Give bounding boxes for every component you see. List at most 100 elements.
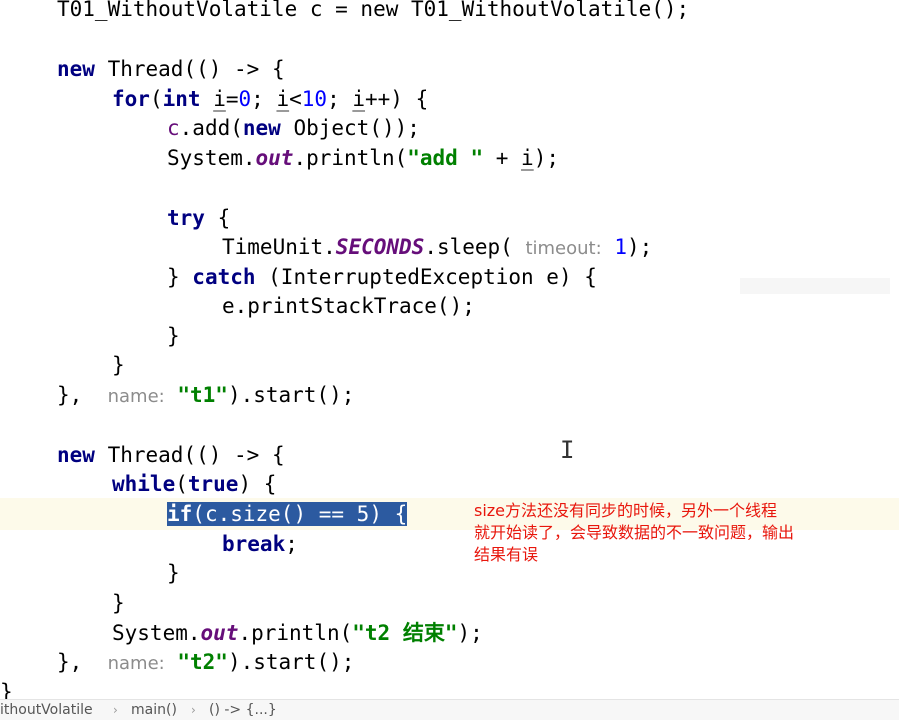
string-literal: "t1": [177, 383, 228, 407]
static-field-out: out: [255, 146, 294, 170]
faded-overlay: [740, 278, 890, 294]
code-text: Thread(() -> {: [94, 57, 285, 81]
code-text: e.printStackTrace();: [222, 294, 475, 318]
annotation-note: size方法还没有同步的时候，另外一个线程 就开始读了，会导致数据的不一致问题，…: [474, 500, 894, 566]
variable-i: i: [213, 87, 226, 111]
code-text: }: [167, 265, 193, 289]
number-literal: 0: [238, 87, 252, 111]
code-text: }: [112, 353, 125, 377]
code-line-t2-start[interactable]: }, name: "t2").start();: [57, 647, 354, 677]
code-text: System.: [112, 621, 201, 645]
code-line-close-for[interactable]: }: [112, 350, 125, 380]
code-line-try[interactable]: try {: [167, 203, 230, 233]
code-text: }: [167, 561, 180, 585]
keyword-new: new: [57, 443, 95, 467]
parameter-hint-name: name:: [107, 386, 165, 407]
code-line-close-catch[interactable]: }: [167, 321, 180, 351]
code-text: );: [533, 146, 559, 170]
code-line-sleep[interactable]: TimeUnit.SECONDS.sleep( timeout: 1);: [222, 232, 652, 262]
code-line-thread2[interactable]: new Thread(() -> {: [57, 440, 285, 470]
code-text: );: [627, 235, 653, 259]
code-text: Object());: [280, 116, 420, 140]
code-text: }: [112, 591, 125, 615]
code-line-declaration[interactable]: T01_WithoutVolatile c = new T01_WithoutV…: [57, 0, 689, 24]
code-line-for[interactable]: for(int i=0; i<10; i++) {: [112, 84, 428, 114]
code-text: T01_WithoutVolatile c = new T01_WithoutV…: [57, 0, 690, 21]
string-literal: "add ": [407, 146, 484, 170]
text-selection[interactable]: if(c.size() == 5) {: [167, 502, 408, 526]
code-text: },: [57, 650, 95, 674]
static-field-seconds: SECONDS: [335, 235, 425, 259]
code-text: +: [483, 146, 522, 170]
code-text: (InterruptedException e) {: [255, 265, 597, 289]
string-literal: "t2 结束": [352, 621, 458, 645]
keyword-break: break: [222, 532, 286, 556]
code-text: }: [167, 324, 180, 348]
code-line-close-if[interactable]: }: [167, 558, 180, 588]
code-text: System.: [167, 146, 256, 170]
keyword-for: for: [112, 87, 150, 111]
code-text: .println(: [238, 621, 353, 645]
code-text: =: [225, 87, 239, 111]
code-text: TimeUnit.: [222, 235, 336, 259]
breadcrumb: ithoutVolatile › main() › () -> {...}: [0, 699, 899, 720]
code-text: (: [149, 87, 163, 111]
code-text: (c.size() ==: [192, 502, 357, 526]
number-literal: 1: [614, 235, 627, 259]
code-line-while[interactable]: while(true) {: [112, 469, 276, 499]
code-line-thread1[interactable]: new Thread(() -> {: [57, 54, 285, 84]
annotation-line: 结果有误: [474, 545, 539, 564]
variable-i: i: [521, 146, 534, 170]
code-text: }: [0, 680, 13, 700]
code-line-break[interactable]: break;: [222, 529, 298, 559]
number-literal: 5: [356, 502, 370, 526]
annotation-line: 就开始读了，会导致数据的不一致问题，输出: [474, 523, 795, 542]
parameter-hint-name: name:: [107, 653, 165, 674]
code-line-if[interactable]: if(c.size() == 5) {: [167, 499, 408, 529]
number-literal: 10: [301, 87, 328, 111]
keyword-try: try: [167, 206, 205, 230]
code-text: <: [289, 87, 302, 111]
variable-i: i: [352, 87, 366, 111]
static-field-out: out: [200, 621, 239, 645]
code-line-println-t2[interactable]: System.out.println("t2 结束");: [112, 618, 483, 648]
code-line-t1-start[interactable]: }, name: "t1").start();: [57, 380, 354, 410]
breadcrumb-item-method[interactable]: main(): [131, 700, 177, 720]
keyword-catch: catch: [192, 265, 256, 289]
code-editor[interactable]: T01_WithoutVolatile c = new T01_WithoutV…: [0, 0, 899, 700]
code-text: .add(: [179, 116, 243, 140]
code-line-close-while[interactable]: }: [112, 588, 125, 618]
code-text: .sleep(: [424, 235, 526, 259]
code-text: ).start();: [227, 383, 355, 407]
text-cursor-icon: I: [560, 436, 575, 464]
parameter-hint-timeout: timeout:: [525, 238, 602, 259]
keyword-true: true: [187, 472, 239, 496]
variable-i: i: [276, 87, 290, 111]
code-text: {: [204, 206, 231, 230]
annotation-line: size方法还没有同步的时候，另外一个线程: [474, 501, 778, 520]
code-line-printstacktrace[interactable]: e.printStackTrace();: [222, 291, 475, 321]
code-text: ;: [327, 87, 353, 111]
keyword-int: int: [162, 87, 201, 111]
breadcrumb-separator-icon: ›: [191, 703, 196, 717]
code-line-add[interactable]: c.add(new Object());: [167, 113, 420, 143]
breadcrumb-item-lambda[interactable]: () -> {...}: [209, 700, 277, 720]
code-text: Thread(() -> {: [94, 443, 285, 467]
code-line-catch[interactable]: } catch (InterruptedException e) {: [167, 262, 597, 292]
code-text: ).start();: [227, 650, 355, 674]
code-text: );: [457, 621, 483, 645]
breadcrumb-item-class[interactable]: ithoutVolatile: [0, 700, 93, 720]
code-line-close-method[interactable]: }: [0, 677, 13, 700]
keyword-new: new: [57, 57, 95, 81]
code-text: ;: [251, 87, 277, 111]
code-line-println-add[interactable]: System.out.println("add " + i);: [167, 143, 559, 173]
code-text: ) {: [369, 502, 408, 526]
variable-c: c: [167, 116, 180, 140]
breadcrumb-separator-icon: ›: [113, 703, 118, 717]
string-literal: "t2": [177, 650, 228, 674]
